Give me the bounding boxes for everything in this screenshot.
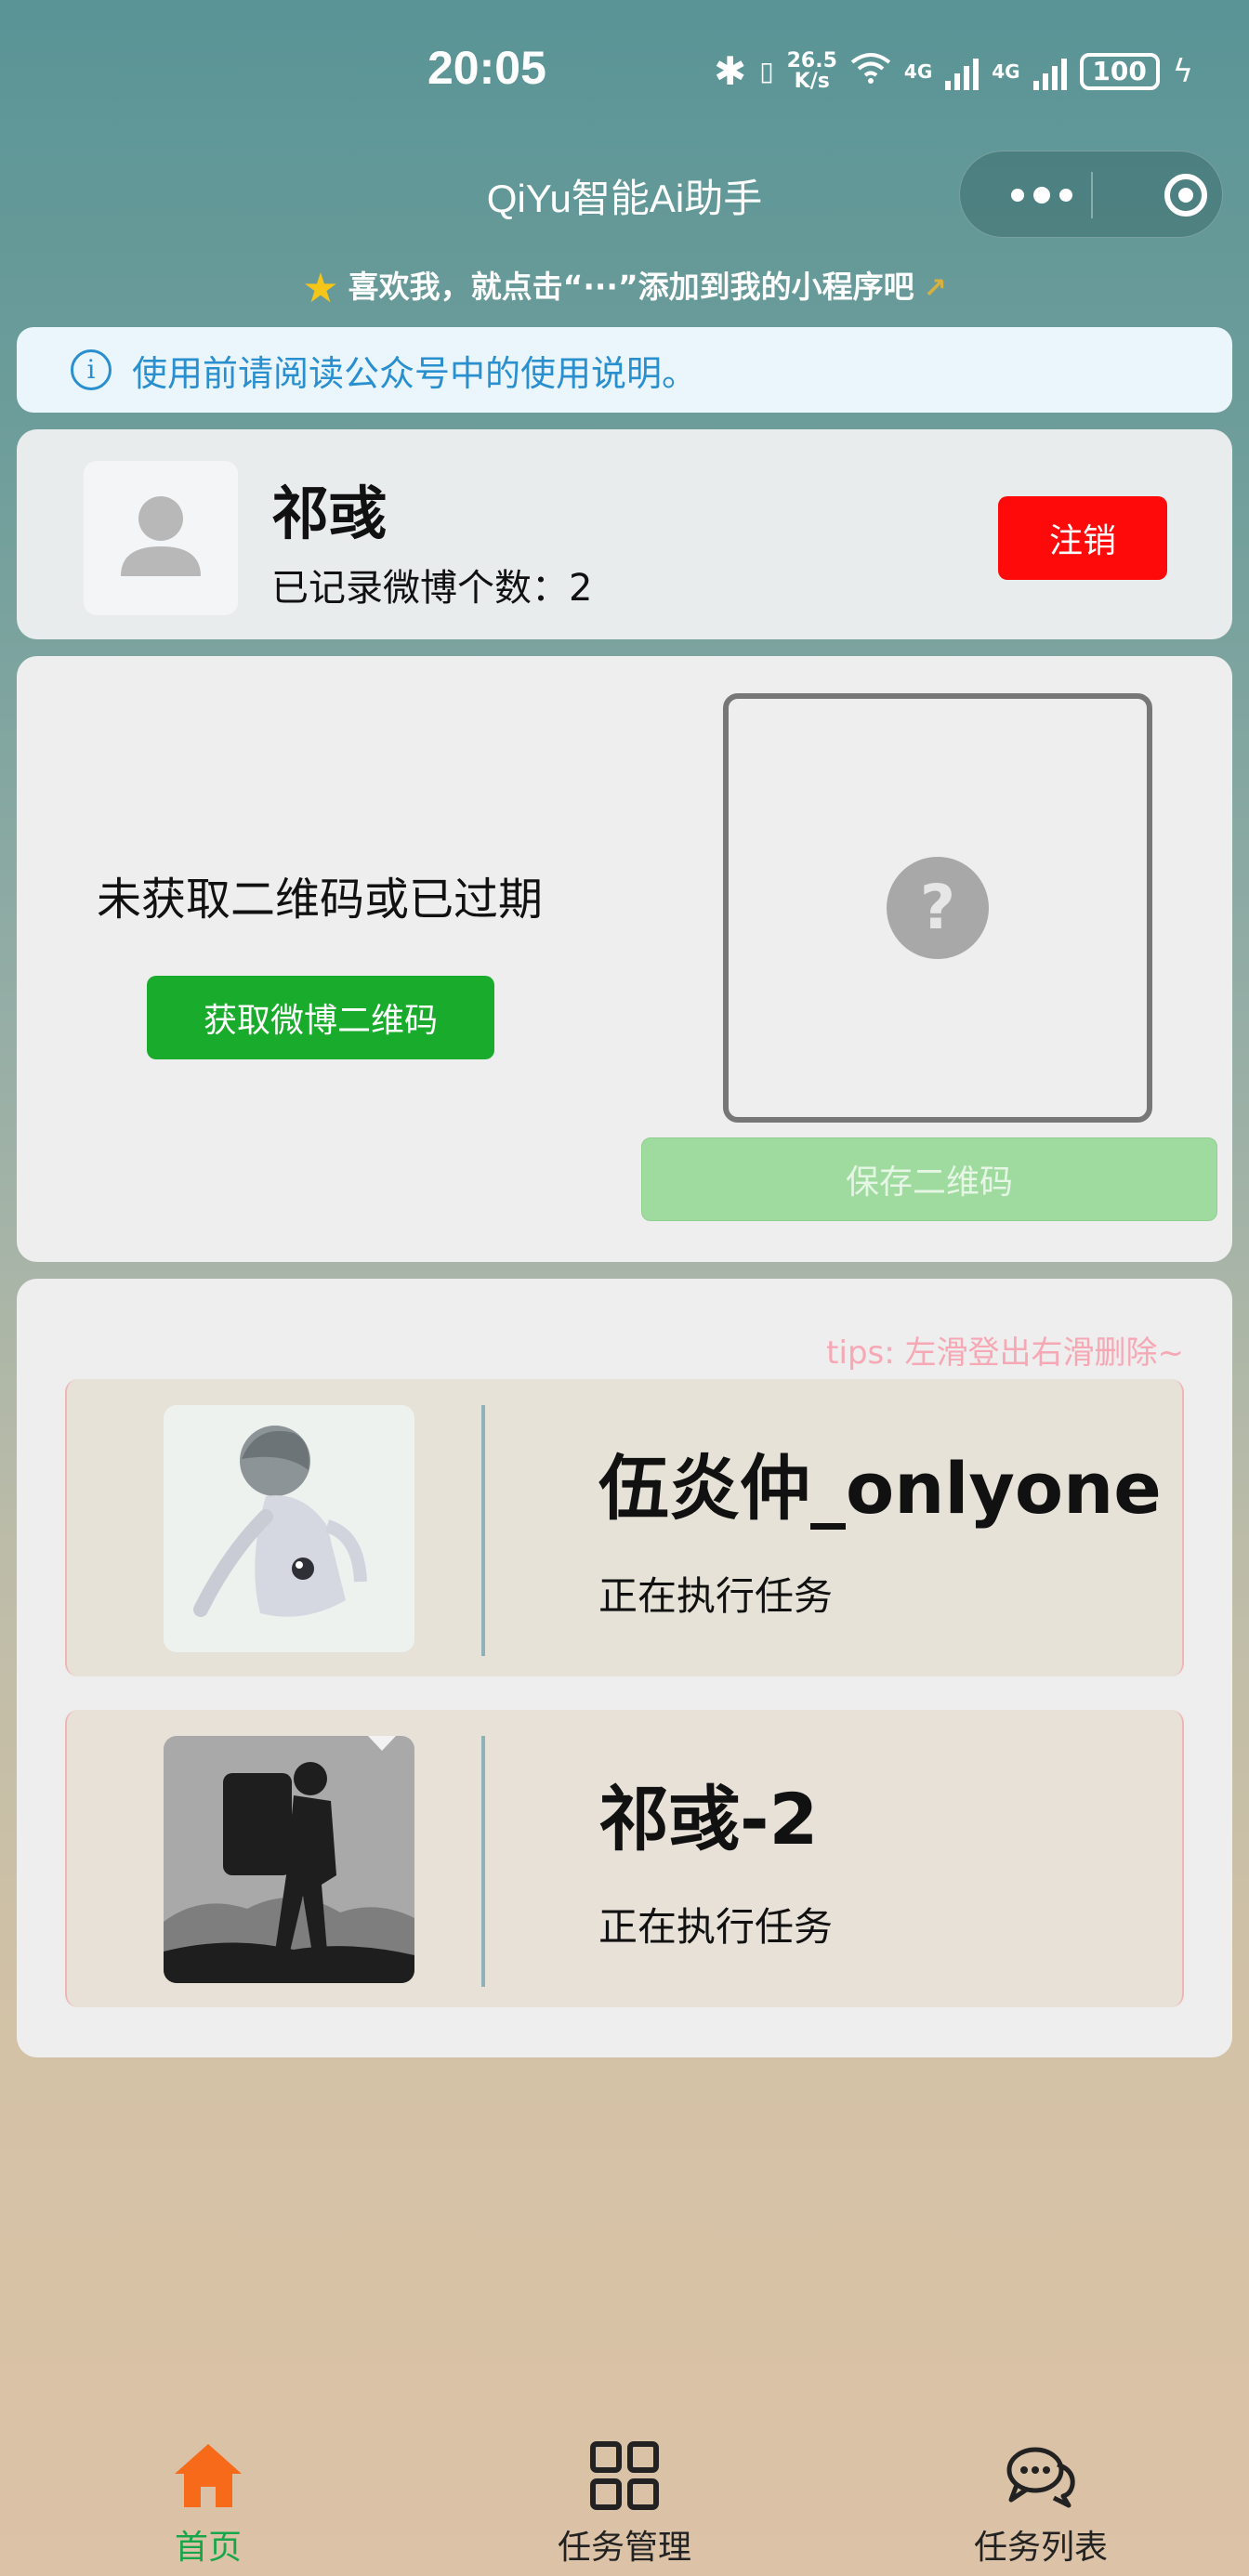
tab-task-list[interactable]: 任务列表: [901, 2416, 1180, 2576]
save-qr-button[interactable]: 保存二维码: [641, 1137, 1217, 1221]
sim2-label: 4G: [992, 59, 1020, 83]
wifi-icon: [850, 51, 891, 91]
user-card: 祁彧 已记录微博个数：2 注销: [17, 429, 1232, 639]
notice-bar: i 使用前请阅读公众号中的使用说明。: [17, 327, 1232, 413]
tab-task-list-label: 任务列表: [973, 2529, 1108, 2567]
tab-home-label: 首页: [174, 2529, 242, 2567]
net-speed-value: 26.5: [786, 48, 837, 72]
tab-bar: 首页 任务管理 任务列表: [0, 2416, 1249, 2576]
tab-task-manage[interactable]: 任务管理: [485, 2416, 764, 2576]
add-to-miniprogram-hint: ★ 喜欢我，就点击“···”添加到我的小程序吧 ↗: [0, 262, 1249, 312]
chat-icon: [1006, 2447, 1075, 2508]
account-avatar: [164, 1736, 414, 1983]
user-name: 祁彧: [271, 480, 388, 547]
account-list: tips: 左滑登出右滑删除~ 伍炎仲_onlyone 正在执行任务 祁彧-2 …: [17, 1279, 1232, 2057]
net-speed-unit: K/s: [794, 69, 830, 93]
weibo-count: 已记录微博个数：2: [271, 567, 593, 610]
vibrate-icon: ▯: [759, 56, 774, 86]
account-item[interactable]: 伍炎仲_onlyone 正在执行任务: [65, 1379, 1184, 1676]
tab-home[interactable]: 首页: [69, 2416, 348, 2576]
sim1-label: 4G: [903, 59, 933, 83]
account-divider: [481, 1405, 485, 1656]
tab-task-manage-label: 任务管理: [557, 2529, 691, 2567]
get-qr-button[interactable]: 获取微博二维码: [147, 976, 494, 1059]
net-speed: 26.5 K/s: [786, 48, 837, 93]
battery-icon: 100: [1079, 52, 1160, 90]
status-icons: ✱ ▯ 26.5 K/s 4G 4G 100 ϟ: [714, 48, 1193, 94]
account-name: 祁彧-2: [598, 1778, 819, 1860]
account-item[interactable]: 祁彧-2 正在执行任务: [65, 1710, 1184, 2007]
more-dot-icon: [1033, 187, 1050, 204]
account-avatar: [164, 1405, 414, 1652]
qr-card: 未获取二维码或已过期 获取微博二维码 ? 保存二维码: [17, 656, 1232, 1262]
add-hint-text: 喜欢我，就点击“···”添加到我的小程序吧: [348, 269, 914, 305]
charging-icon: ϟ: [1172, 52, 1194, 90]
more-dot-icon: [1059, 189, 1072, 202]
home-icon: [175, 2444, 242, 2507]
signal-icon: [1032, 53, 1067, 90]
notice-text: 使用前请阅读公众号中的使用说明。: [132, 352, 698, 394]
default-user-icon: [121, 496, 201, 576]
arrow-icon: ↗: [923, 272, 947, 305]
avatar: [84, 461, 238, 615]
account-divider: [481, 1736, 485, 1987]
account-status: 正在执行任务: [598, 1573, 834, 1619]
logout-button[interactable]: 注销: [998, 496, 1167, 580]
qr-code-frame: ?: [723, 693, 1152, 1123]
capsule-divider: [1091, 172, 1093, 218]
swipe-tips: tips: 左滑登出右滑删除~: [826, 1334, 1184, 1372]
status-time: 20:05: [427, 42, 546, 94]
qr-status-text: 未获取二维码或已过期: [97, 874, 544, 926]
mini-program-capsule: [959, 151, 1223, 238]
question-icon: ?: [887, 857, 989, 959]
account-status: 正在执行任务: [598, 1904, 834, 1950]
grid-icon: [590, 2441, 659, 2510]
more-dot-icon: [1011, 189, 1024, 202]
signal-icon: [945, 53, 979, 90]
info-icon: i: [71, 349, 112, 390]
more-button[interactable]: [995, 151, 1088, 239]
bluetooth-icon: ✱: [714, 48, 747, 94]
star-icon: ★: [302, 265, 339, 312]
account-name: 伍炎仲_onlyone: [598, 1447, 1162, 1530]
close-target-icon[interactable]: [1164, 174, 1207, 217]
status-bar: 20:05 ✱ ▯ 26.5 K/s 4G 4G 100 ϟ: [0, 0, 1249, 139]
